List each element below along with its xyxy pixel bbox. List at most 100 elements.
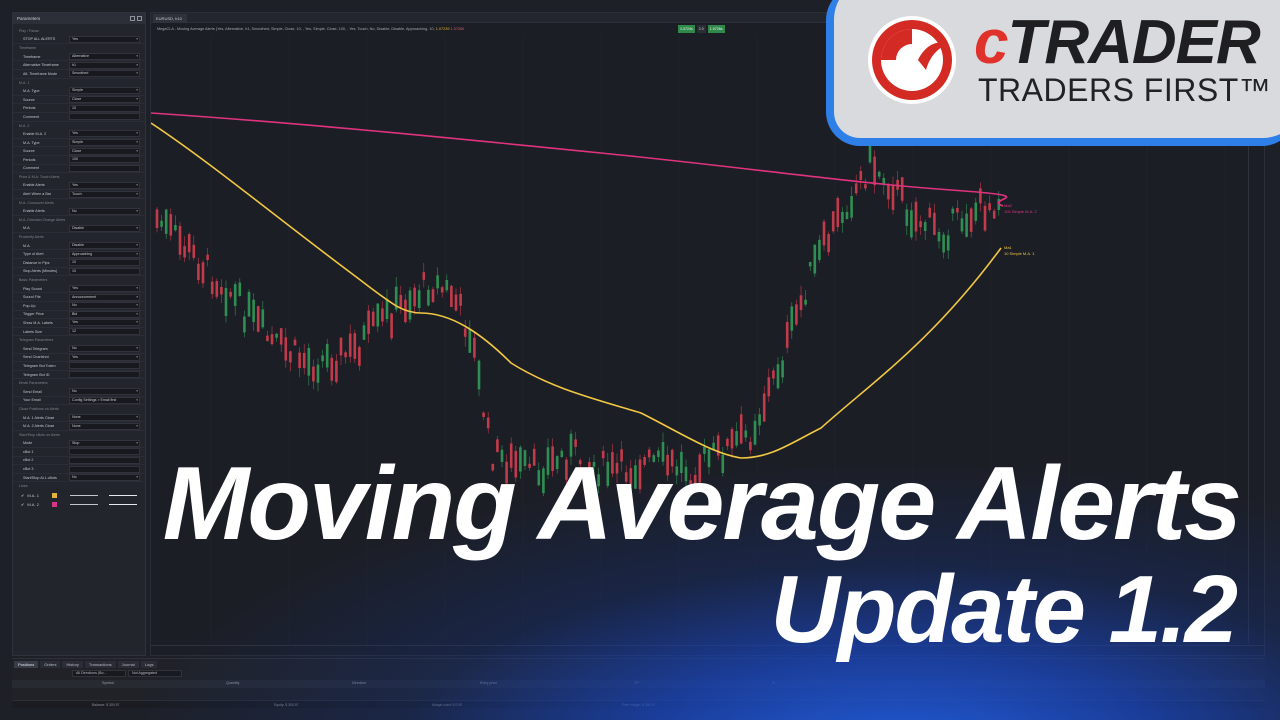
parameter-value-field[interactable] [69,371,140,379]
headline-line-1: Moving Average Alerts [162,446,1242,562]
parameter-value-field[interactable]: Announcement ▾ [69,293,140,301]
chevron-down-icon[interactable]: ▾ [136,183,138,188]
parameter-value-field[interactable]: Yes ▾ [69,319,140,327]
parameter-value-field[interactable]: No ▾ [69,345,140,353]
parameter-value-field[interactable]: No ▾ [69,302,140,310]
parameter-section-header[interactable]: Close Positions on Alerts [13,405,145,414]
parameter-value-field[interactable]: 10 [69,104,140,112]
parameter-section-header[interactable]: Email Parameters [13,379,145,388]
chevron-down-icon[interactable]: ▾ [136,355,138,360]
parameter-value-field[interactable]: Stop ▾ [69,439,140,447]
chevron-down-icon[interactable]: ▾ [136,398,138,403]
chevron-down-icon[interactable]: ▾ [136,415,138,420]
parameters-panel-title-bar: Parameters [13,13,145,24]
chevron-down-icon[interactable]: ▾ [136,346,138,351]
chevron-down-icon[interactable]: ▾ [136,149,138,154]
parameter-value-field[interactable]: No ▾ [69,207,140,215]
parameter-value-field[interactable] [69,113,140,121]
chevron-down-icon[interactable]: ▾ [136,71,138,76]
chevron-down-icon[interactable]: ▾ [136,303,138,308]
parameter-value-field[interactable] [69,362,140,370]
parameter-value-field[interactable]: Bid ▾ [69,310,140,318]
parameter-value-field[interactable]: Yes ▾ [69,181,140,189]
parameter-value-field[interactable]: 10 [69,259,140,267]
tab-history[interactable]: History [62,661,83,668]
parameter-value-field[interactable]: Config Settings > Email first ▾ [69,396,140,404]
chevron-down-icon[interactable]: ▾ [136,441,138,446]
parameter-value-field[interactable]: Simple ▾ [69,87,140,95]
chevron-down-icon[interactable]: ▾ [136,209,138,214]
candle-body [367,310,370,334]
filter-dropdown[interactable]: All Directions (Bo... [72,670,126,677]
close-icon[interactable] [137,16,142,21]
parameter-section-header[interactable]: M.A. Crossover Alerts [13,199,145,208]
chevron-down-icon[interactable]: ▾ [136,63,138,68]
filter-dropdown[interactable]: Not Aggregated [128,670,182,677]
parameter-value-field[interactable]: Yes ▾ [69,353,140,361]
parameter-label: Telegram Bot ID [23,372,50,377]
column-header[interactable]: Symbol [102,681,114,685]
parameter-value-field[interactable]: Disable ▾ [69,224,140,232]
tab-logs[interactable]: Logs [140,661,158,668]
parameter-section-header[interactable]: Telegram Parameters [13,336,145,345]
parameter-value-field[interactable]: Touch ▾ [69,190,140,198]
parameter-value-field[interactable]: 10 [69,267,140,275]
parameter-value-field[interactable]: Disable ▾ [69,242,140,250]
chevron-down-icon[interactable]: ▾ [136,252,138,257]
minimize-icon[interactable] [130,16,135,21]
parameter-section-header[interactable]: M.A. 2 [13,122,145,131]
column-header[interactable]: TP [634,681,639,685]
chevron-down-icon[interactable]: ▾ [136,312,138,317]
chevron-down-icon[interactable]: ▾ [136,131,138,136]
chevron-down-icon[interactable]: ▾ [136,37,138,42]
parameter-value-field[interactable]: Simple ▾ [69,139,140,147]
column-header[interactable]: Quantity [226,681,239,685]
parameter-value-field[interactable]: No ▾ [69,388,140,396]
parameter-value-field[interactable]: Yes ▾ [69,285,140,293]
parameter-value-field[interactable]: Approaching ▾ [69,250,140,258]
parameter-section-header[interactable]: Price & M.A. Touch Alerts [13,173,145,182]
candle-body [845,211,849,219]
parameter-section-header[interactable]: Play / Pause [13,27,145,36]
parameter-section-header[interactable]: M.A. 1 [13,79,145,88]
tab-journal[interactable]: Journal [117,661,139,668]
parameter-section-header[interactable]: Timeframe [13,44,145,53]
chevron-down-icon[interactable]: ▾ [136,54,138,59]
column-header[interactable]: SL [772,681,776,685]
candle-body [436,275,439,289]
parameter-value-field[interactable]: 12 [69,328,140,336]
chevron-down-icon[interactable]: ▾ [136,243,138,248]
chevron-down-icon[interactable]: ▾ [136,389,138,394]
parameter-row: Enable M.A. 2 Yes ▾ [13,130,145,139]
parameter-value-field[interactable]: Close ▾ [69,147,140,155]
chevron-down-icon[interactable]: ▾ [136,88,138,93]
chevron-down-icon[interactable]: ▾ [136,140,138,145]
column-header[interactable]: Entry price [480,681,497,685]
parameter-value-field[interactable]: Yes ▾ [69,35,140,43]
parameter-value-field[interactable]: None ▾ [69,414,140,422]
tab-positions[interactable]: Positions [14,661,39,668]
parameter-row: Enable Alerts Yes ▾ [13,181,145,191]
column-header[interactable]: Direction [352,681,366,685]
parameter-section-header[interactable]: Start/Stop cBots on Alerts [13,431,145,440]
chevron-down-icon[interactable]: ▾ [136,424,138,429]
chevron-down-icon[interactable]: ▾ [136,226,138,231]
tab-transactions[interactable]: Transactions [84,661,116,668]
chevron-down-icon[interactable]: ▾ [136,295,138,300]
parameter-value-field[interactable]: Close ▾ [69,96,140,104]
parameter-section-header[interactable]: Basic Parameters [13,276,145,285]
chevron-down-icon[interactable]: ▾ [136,286,138,291]
parameter-section-header[interactable]: M.A. Direction Change Alerts [13,216,145,225]
parameter-value-field[interactable] [69,164,140,172]
chevron-down-icon[interactable]: ▾ [136,192,138,197]
chevron-down-icon[interactable]: ▾ [136,97,138,102]
tab-orders[interactable]: Orders [40,661,61,668]
parameter-value-field[interactable]: Alternative ▾ [69,53,140,61]
chevron-down-icon[interactable]: ▾ [136,320,138,325]
parameter-value-field[interactable]: 100 [69,156,140,164]
parameter-value-field[interactable]: None ▾ [69,422,140,430]
parameter-value-field[interactable]: Yes ▾ [69,130,140,138]
parameter-value-field[interactable]: h1 ▾ [69,61,140,69]
parameter-value-field[interactable]: Smoothed ▾ [69,70,140,78]
parameter-section-header[interactable]: Proximity Alerts [13,233,145,242]
